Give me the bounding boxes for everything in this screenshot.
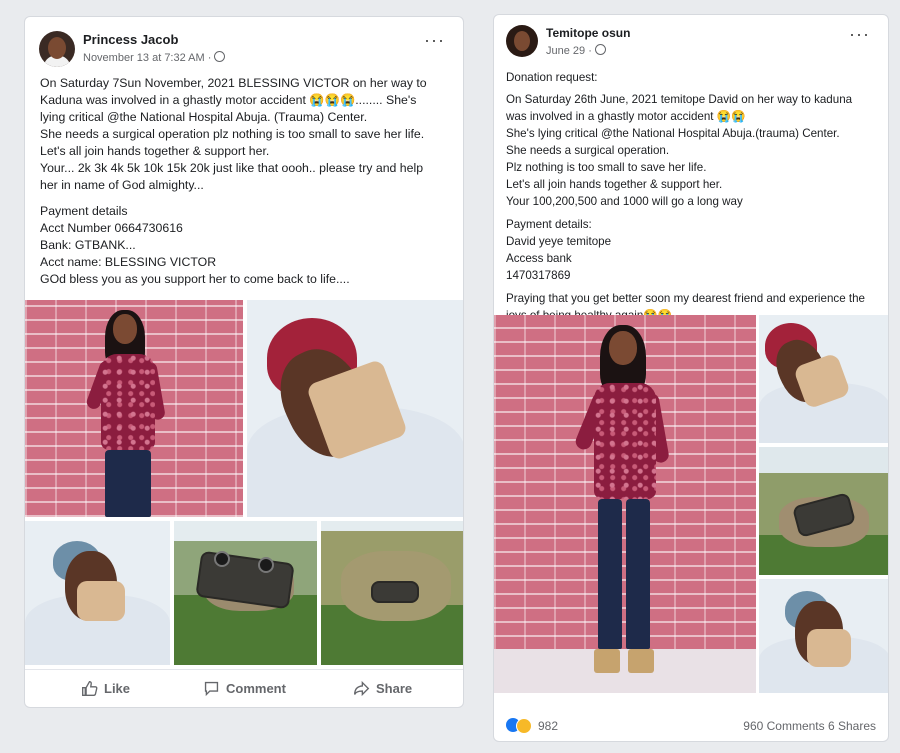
post-card-2: Temitope osun June 29 · ··· Donation req… <box>493 14 889 742</box>
photo-overturned-car-1[interactable] <box>174 521 317 665</box>
avatar[interactable] <box>39 31 75 67</box>
payment-line: Payment details: <box>506 218 592 231</box>
author-name[interactable]: Princess Jacob <box>83 32 178 47</box>
photo-hospital-bed-1[interactable] <box>759 315 888 443</box>
payment-line: Access bank <box>506 252 572 265</box>
comment-label: Comment <box>226 680 286 696</box>
post-card-1: Princess Jacob November 13 at 7:32 AM · … <box>24 16 464 708</box>
payment-line: Acct name: BLESSING VICTOR <box>40 255 217 269</box>
payment-line: 1470317869 <box>506 269 571 282</box>
share-button[interactable]: Share <box>353 677 412 699</box>
photo-woman-standing[interactable] <box>25 300 243 517</box>
post-header: Temitope osun June 29 · ··· <box>506 25 874 65</box>
more-options-icon[interactable]: ··· <box>849 25 870 43</box>
payment-line: Payment details <box>40 204 128 218</box>
body-line: On Saturday 7Sun November, 2021 BLESSING… <box>40 76 427 90</box>
body-line: Kaduna was involved in a ghastly motor a… <box>40 93 417 107</box>
post-body: Donation request: On Saturday 26th June,… <box>506 69 886 324</box>
post-timestamp[interactable]: November 13 at 7:32 AM · <box>83 51 226 64</box>
photo-overturned-car-2[interactable] <box>321 521 463 665</box>
body-line: Your... 2k 3k 4k 5k 10k 15k 20k just lik… <box>40 161 424 175</box>
thumbs-up-icon <box>82 680 98 696</box>
body-line: Your 100,200,500 and 1000 will go a long… <box>506 195 743 208</box>
post-body: On Saturday 7Sun November, 2021 BLESSING… <box>40 75 460 288</box>
body-line: her in name of God almighty... <box>40 178 204 192</box>
share-label: Share <box>376 680 413 696</box>
globe-icon <box>214 51 226 62</box>
body-line: lying critical @the National Hospital Ab… <box>40 110 368 124</box>
like-button[interactable]: Like <box>81 677 130 699</box>
share-icon <box>354 680 370 696</box>
timestamp-text: November 13 at 7:32 AM · <box>83 52 212 64</box>
body-line: Let's all join hands together & support … <box>506 178 723 191</box>
timestamp-text: June 29 · <box>546 45 592 57</box>
body-line: Let's all join hands together & support … <box>40 144 270 158</box>
body-line: She needs a surgical operation. <box>506 144 670 157</box>
photo-hospital-bed-1[interactable] <box>247 300 463 517</box>
photo-hospital-bed-2[interactable] <box>759 579 888 693</box>
reactions-bar: 982 960 Comments 6 Shares <box>506 717 876 737</box>
more-options-icon[interactable]: ··· <box>424 31 445 49</box>
sad-reaction-icon <box>516 718 532 734</box>
comment-button[interactable]: Comment <box>203 677 286 699</box>
reaction-count[interactable]: 982 <box>538 719 558 733</box>
post-timestamp[interactable]: June 29 · <box>546 44 606 57</box>
photo-hospital-bed-2[interactable] <box>25 521 170 665</box>
post-actions: Like Comment Share <box>25 669 463 706</box>
body-line: Plz nothing is too small to save her lif… <box>506 161 707 174</box>
body-line: was involved in a ghastly motor accident… <box>506 110 746 123</box>
avatar[interactable] <box>506 25 538 57</box>
payment-line: Acct Number 0664730616 <box>40 221 183 235</box>
body-line: Donation request: <box>506 71 598 84</box>
author-name[interactable]: Temitope osun <box>546 26 630 40</box>
body-line: She's lying critical @the National Hospi… <box>506 127 840 140</box>
payment-line: GOd bless you as you support her to come… <box>40 272 350 286</box>
body-line: She needs a surgical operation plz nothi… <box>40 127 425 141</box>
globe-icon <box>594 44 606 55</box>
payment-line: David yeye temitope <box>506 235 612 248</box>
post-header: Princess Jacob November 13 at 7:32 AM · … <box>39 31 449 71</box>
like-label: Like <box>104 680 131 696</box>
photo-woman-full-length[interactable] <box>494 315 756 693</box>
body-line: On Saturday 26th June, 2021 temitope Dav… <box>506 93 853 106</box>
photo-overturned-car[interactable] <box>759 447 888 575</box>
payment-line: Bank: GTBANK... <box>40 238 136 252</box>
comment-icon <box>204 681 219 696</box>
closing-line: Praying that you get better soon my dear… <box>506 292 865 305</box>
comments-shares-count[interactable]: 960 Comments 6 Shares <box>743 719 876 733</box>
